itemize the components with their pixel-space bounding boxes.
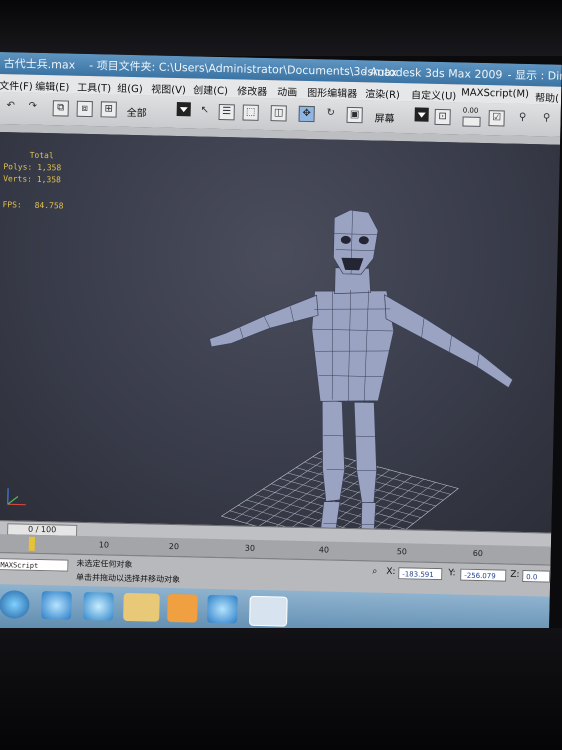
pivot-center-icon[interactable]: ⊡ [434, 108, 451, 126]
display-driver: - 显示 : Dire [507, 68, 562, 83]
maxscript-listener[interactable]: MAXScript [0, 558, 69, 572]
menu-file[interactable]: 文件(F) [0, 77, 33, 93]
menu-tools[interactable]: 工具(T) [77, 79, 111, 95]
selection-filter-dropdown[interactable] [176, 102, 191, 117]
file-title: 古代士兵.max [3, 57, 76, 72]
axis-tripod-icon [7, 488, 26, 506]
redo-icon[interactable]: ↷ [25, 100, 41, 116]
menu-views[interactable]: 视图(V) [151, 80, 186, 96]
current-frame-marker[interactable] [28, 536, 36, 551]
ref-coord-dropdown[interactable] [414, 107, 429, 122]
tick-label: 30 [244, 543, 256, 553]
unlink-icon[interactable]: ⧈ [76, 100, 93, 118]
select-manipulate-icon[interactable] [462, 116, 481, 127]
character-mesh [209, 209, 514, 533]
z-coordinate-field[interactable]: 0.0 [522, 569, 551, 583]
snaps-toggle-icon[interactable]: ⚲ [514, 111, 530, 127]
selection-filter[interactable]: 全部 [127, 104, 147, 119]
monitor-bezel-bottom [0, 628, 562, 750]
y-coordinate-field[interactable]: -256.079 [460, 568, 507, 582]
bind-space-warp-icon[interactable]: ⊞ [100, 101, 117, 118]
tick-label: 50 [396, 547, 408, 557]
menu-customize[interactable]: 自定义(U) [411, 86, 456, 102]
reference-coordinate-system[interactable]: 屏幕 [374, 110, 394, 125]
select-and-scale-icon[interactable]: ▣ [346, 106, 363, 124]
perspective-viewport[interactable]: Total Polys: 1,358 Verts: 1,358 FPS: 84.… [0, 131, 561, 533]
ie-icon[interactable] [41, 591, 72, 620]
window-crossing-icon[interactable]: ◫ [270, 105, 287, 122]
tick-label: 20 [168, 541, 180, 552]
select-and-rotate-icon[interactable]: ↻ [322, 106, 338, 122]
select-by-name-icon[interactable]: ☰ [218, 103, 235, 121]
keyboard-shortcut-override-icon[interactable]: ☑ [488, 110, 505, 127]
select-object-icon[interactable]: ↖ [197, 103, 213, 119]
x-label: X: [386, 566, 396, 578]
angle-snap-icon[interactable]: ⚲ [538, 111, 554, 127]
monitor-bezel-top [0, 0, 562, 56]
explorer-icon[interactable] [123, 592, 160, 622]
menu-rendering[interactable]: 渲染(R) [365, 85, 400, 101]
select-link-icon[interactable]: ⧉ [52, 100, 69, 117]
menu-animation[interactable]: 动画 [277, 83, 297, 98]
menu-modifiers[interactable]: 修改器 [237, 82, 267, 98]
menu-edit[interactable]: 编辑(E) [35, 78, 69, 94]
3dsmax-icon[interactable] [249, 595, 288, 627]
screen: 古代士兵.max - 项目文件夹: C:\Users\Administrator… [0, 52, 562, 645]
prompt-line: 单击并拖动以选择并移动对象 [75, 572, 181, 585]
lock-selection-icon[interactable]: ⌕ [372, 567, 377, 577]
rectangular-selection-icon[interactable]: ⬚ [242, 104, 259, 121]
selection-status: 未选定任何对象 [76, 558, 133, 570]
start-orb-icon[interactable] [0, 590, 30, 619]
soldier-model [209, 209, 514, 533]
menu-group[interactable]: 组(G) [117, 80, 143, 96]
tick-label: 40 [318, 545, 330, 555]
menu-help[interactable]: 帮助( [535, 89, 559, 105]
tick-label: 60 [472, 548, 484, 559]
ie-icon[interactable] [83, 592, 114, 621]
y-label: Y: [448, 568, 456, 579]
menu-maxscript[interactable]: MAXScript(M) [461, 87, 529, 100]
tick-label: 10 [98, 540, 110, 550]
menu-create[interactable]: 创建(C) [193, 81, 228, 97]
x-coordinate-field[interactable]: -183.591 [398, 567, 443, 581]
snap-value: 0.00 [462, 106, 479, 115]
ie-icon[interactable] [207, 594, 238, 624]
menu-graph-editors[interactable]: 图形编辑器 [307, 84, 357, 100]
select-and-move-icon[interactable]: ✥ [298, 105, 315, 123]
undo-icon[interactable]: ↶ [3, 99, 19, 115]
z-label: Z: [510, 569, 520, 580]
media-player-icon[interactable] [167, 593, 198, 623]
